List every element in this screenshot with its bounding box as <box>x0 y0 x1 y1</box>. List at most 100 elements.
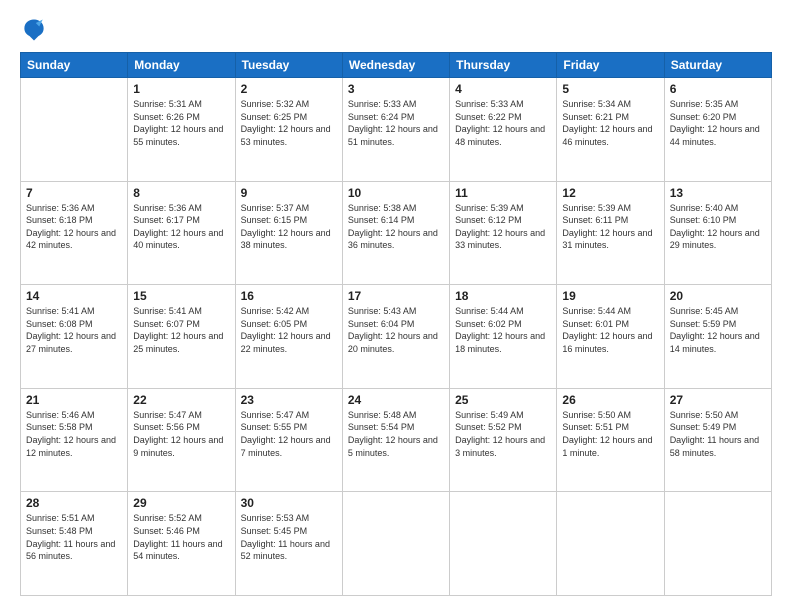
calendar-cell: 4 Sunrise: 5:33 AMSunset: 6:22 PMDaylight… <box>450 78 557 182</box>
day-number: 2 <box>241 82 337 96</box>
calendar-cell: 14 Sunrise: 5:41 AMSunset: 6:08 PMDayligh… <box>21 285 128 389</box>
cell-info: Sunrise: 5:40 AMSunset: 6:10 PMDaylight:… <box>670 202 766 252</box>
calendar-cell: 1 Sunrise: 5:31 AMSunset: 6:26 PMDaylight… <box>128 78 235 182</box>
weekday-header-tuesday: Tuesday <box>235 53 342 78</box>
week-row-1: 1 Sunrise: 5:31 AMSunset: 6:26 PMDaylight… <box>21 78 772 182</box>
weekday-header-monday: Monday <box>128 53 235 78</box>
day-number: 18 <box>455 289 551 303</box>
cell-info: Sunrise: 5:46 AMSunset: 5:58 PMDaylight:… <box>26 409 122 459</box>
calendar-cell: 17 Sunrise: 5:43 AMSunset: 6:04 PMDayligh… <box>342 285 449 389</box>
calendar-cell: 2 Sunrise: 5:32 AMSunset: 6:25 PMDaylight… <box>235 78 342 182</box>
cell-info: Sunrise: 5:47 AMSunset: 5:56 PMDaylight:… <box>133 409 229 459</box>
day-number: 8 <box>133 186 229 200</box>
cell-info: Sunrise: 5:53 AMSunset: 5:45 PMDaylight:… <box>241 512 337 562</box>
day-number: 14 <box>26 289 122 303</box>
calendar-cell: 5 Sunrise: 5:34 AMSunset: 6:21 PMDaylight… <box>557 78 664 182</box>
calendar-cell: 7Sunrise: 5:36 AMSunset: 6:18 PMDaylight… <box>21 181 128 285</box>
day-number: 20 <box>670 289 766 303</box>
page: SundayMondayTuesdayWednesdayThursdayFrid… <box>0 0 792 612</box>
calendar-cell: 13 Sunrise: 5:40 AMSunset: 6:10 PMDayligh… <box>664 181 771 285</box>
weekday-header-friday: Friday <box>557 53 664 78</box>
calendar-cell <box>342 492 449 596</box>
calendar: SundayMondayTuesdayWednesdayThursdayFrid… <box>20 52 772 596</box>
cell-info: Sunrise: 5:51 AMSunset: 5:48 PMDaylight:… <box>26 512 122 562</box>
weekday-header-wednesday: Wednesday <box>342 53 449 78</box>
weekday-header-thursday: Thursday <box>450 53 557 78</box>
day-number: 21 <box>26 393 122 407</box>
calendar-cell: 10 Sunrise: 5:38 AMSunset: 6:14 PMDayligh… <box>342 181 449 285</box>
day-number: 15 <box>133 289 229 303</box>
week-row-5: 28 Sunrise: 5:51 AMSunset: 5:48 PMDayligh… <box>21 492 772 596</box>
calendar-cell: 24 Sunrise: 5:48 AMSunset: 5:54 PMDayligh… <box>342 388 449 492</box>
day-number: 13 <box>670 186 766 200</box>
day-number: 1 <box>133 82 229 96</box>
cell-info: Sunrise: 5:47 AMSunset: 5:55 PMDaylight:… <box>241 409 337 459</box>
day-number: 4 <box>455 82 551 96</box>
cell-info: Sunrise: 5:38 AMSunset: 6:14 PMDaylight:… <box>348 202 444 252</box>
day-number: 16 <box>241 289 337 303</box>
day-number: 7 <box>26 186 122 200</box>
cell-info: Sunrise: 5:48 AMSunset: 5:54 PMDaylight:… <box>348 409 444 459</box>
calendar-cell: 8 Sunrise: 5:36 AMSunset: 6:17 PMDaylight… <box>128 181 235 285</box>
cell-info: Sunrise: 5:36 AMSunset: 6:17 PMDaylight:… <box>133 202 229 252</box>
cell-info: Sunrise: 5:31 AMSunset: 6:26 PMDaylight:… <box>133 98 229 148</box>
day-number: 28 <box>26 496 122 510</box>
day-number: 24 <box>348 393 444 407</box>
calendar-cell <box>21 78 128 182</box>
calendar-cell: 29 Sunrise: 5:52 AMSunset: 5:46 PMDayligh… <box>128 492 235 596</box>
day-number: 12 <box>562 186 658 200</box>
weekday-header-row: SundayMondayTuesdayWednesdayThursdayFrid… <box>21 53 772 78</box>
calendar-cell <box>664 492 771 596</box>
calendar-cell: 12 Sunrise: 5:39 AMSunset: 6:11 PMDayligh… <box>557 181 664 285</box>
day-number: 5 <box>562 82 658 96</box>
day-number: 26 <box>562 393 658 407</box>
cell-info: Sunrise: 5:34 AMSunset: 6:21 PMDaylight:… <box>562 98 658 148</box>
calendar-cell: 30 Sunrise: 5:53 AMSunset: 5:45 PMDayligh… <box>235 492 342 596</box>
week-row-3: 14 Sunrise: 5:41 AMSunset: 6:08 PMDayligh… <box>21 285 772 389</box>
calendar-cell <box>557 492 664 596</box>
calendar-cell: 26Sunrise: 5:50 AMSunset: 5:51 PMDayligh… <box>557 388 664 492</box>
cell-info: Sunrise: 5:39 AMSunset: 6:12 PMDaylight:… <box>455 202 551 252</box>
day-number: 17 <box>348 289 444 303</box>
day-number: 30 <box>241 496 337 510</box>
day-number: 25 <box>455 393 551 407</box>
logo-icon <box>20 16 48 44</box>
calendar-cell <box>450 492 557 596</box>
calendar-cell: 25 Sunrise: 5:49 AMSunset: 5:52 PMDayligh… <box>450 388 557 492</box>
day-number: 22 <box>133 393 229 407</box>
cell-info: Sunrise: 5:44 AMSunset: 6:02 PMDaylight:… <box>455 305 551 355</box>
day-number: 27 <box>670 393 766 407</box>
calendar-cell: 15 Sunrise: 5:41 AMSunset: 6:07 PMDayligh… <box>128 285 235 389</box>
cell-info: Sunrise: 5:37 AMSunset: 6:15 PMDaylight:… <box>241 202 337 252</box>
calendar-cell: 3 Sunrise: 5:33 AMSunset: 6:24 PMDaylight… <box>342 78 449 182</box>
day-number: 23 <box>241 393 337 407</box>
cell-info: Sunrise: 5:41 AMSunset: 6:08 PMDaylight:… <box>26 305 122 355</box>
cell-info: Sunrise: 5:33 AMSunset: 6:22 PMDaylight:… <box>455 98 551 148</box>
cell-info: Sunrise: 5:45 AMSunset: 5:59 PMDaylight:… <box>670 305 766 355</box>
cell-info: Sunrise: 5:39 AMSunset: 6:11 PMDaylight:… <box>562 202 658 252</box>
calendar-cell: 22 Sunrise: 5:47 AMSunset: 5:56 PMDayligh… <box>128 388 235 492</box>
calendar-cell: 19Sunrise: 5:44 AMSunset: 6:01 PMDayligh… <box>557 285 664 389</box>
calendar-cell: 9 Sunrise: 5:37 AMSunset: 6:15 PMDaylight… <box>235 181 342 285</box>
calendar-cell: 18 Sunrise: 5:44 AMSunset: 6:02 PMDayligh… <box>450 285 557 389</box>
cell-info: Sunrise: 5:42 AMSunset: 6:05 PMDaylight:… <box>241 305 337 355</box>
day-number: 11 <box>455 186 551 200</box>
logo <box>20 16 52 44</box>
calendar-cell: 28 Sunrise: 5:51 AMSunset: 5:48 PMDayligh… <box>21 492 128 596</box>
day-number: 3 <box>348 82 444 96</box>
cell-info: Sunrise: 5:33 AMSunset: 6:24 PMDaylight:… <box>348 98 444 148</box>
day-number: 10 <box>348 186 444 200</box>
cell-info: Sunrise: 5:41 AMSunset: 6:07 PMDaylight:… <box>133 305 229 355</box>
calendar-cell: 21 Sunrise: 5:46 AMSunset: 5:58 PMDayligh… <box>21 388 128 492</box>
week-row-2: 7Sunrise: 5:36 AMSunset: 6:18 PMDaylight… <box>21 181 772 285</box>
day-number: 9 <box>241 186 337 200</box>
cell-info: Sunrise: 5:35 AMSunset: 6:20 PMDaylight:… <box>670 98 766 148</box>
cell-info: Sunrise: 5:49 AMSunset: 5:52 PMDaylight:… <box>455 409 551 459</box>
calendar-cell: 16 Sunrise: 5:42 AMSunset: 6:05 PMDayligh… <box>235 285 342 389</box>
cell-info: Sunrise: 5:32 AMSunset: 6:25 PMDaylight:… <box>241 98 337 148</box>
day-number: 6 <box>670 82 766 96</box>
cell-info: Sunrise: 5:43 AMSunset: 6:04 PMDaylight:… <box>348 305 444 355</box>
header <box>20 16 772 44</box>
cell-info: Sunrise: 5:52 AMSunset: 5:46 PMDaylight:… <box>133 512 229 562</box>
day-number: 29 <box>133 496 229 510</box>
